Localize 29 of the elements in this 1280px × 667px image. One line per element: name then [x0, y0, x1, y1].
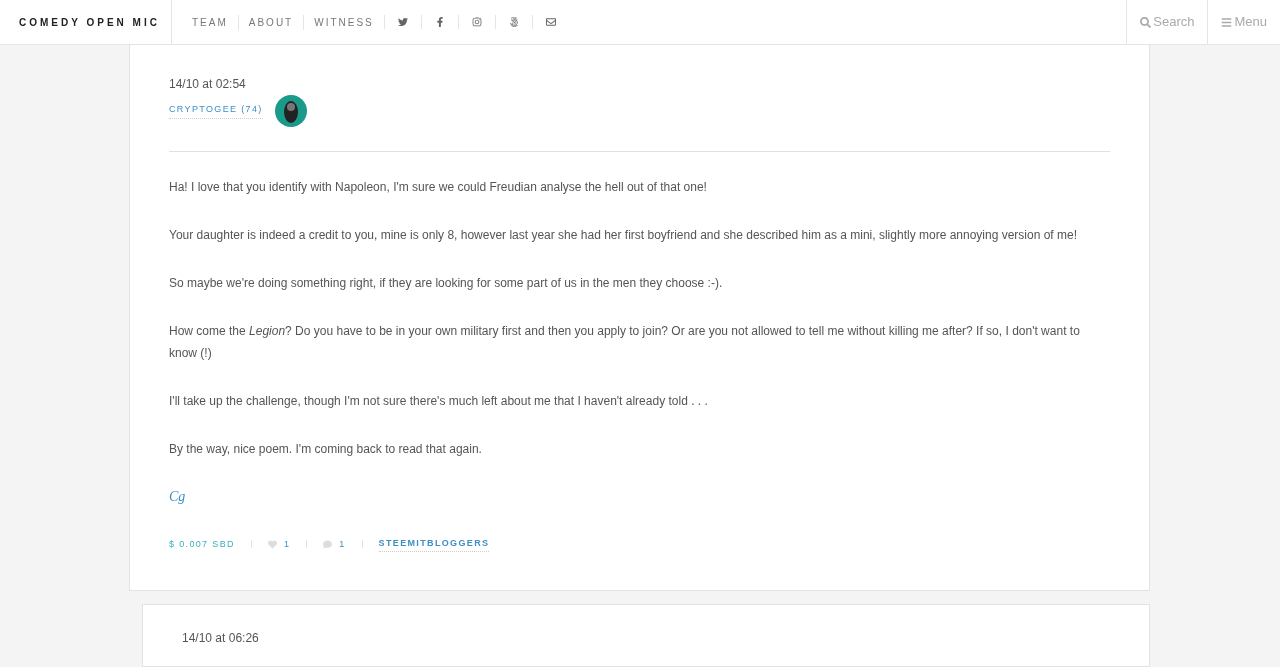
menu-icon — [1221, 16, 1233, 28]
instagram-icon[interactable] — [471, 17, 482, 27]
tag-link[interactable]: STEEMITBLOGGERS — [378, 537, 490, 552]
nav-link[interactable]: WITNESS — [303, 14, 384, 30]
comment-paragraph: Ha! I love that you identify with Napoleon, I'm sure we could Freudian analyse the hell out of that one! — [169, 179, 708, 196]
heart-icon — [267, 539, 277, 549]
site-logo[interactable]: COMEDY OPEN MIC — [0, 0, 172, 44]
reply-count: 1 — [339, 537, 346, 551]
payout-amount: $ 0.007 SBD — [169, 537, 236, 551]
author-link[interactable]: CRYPTOGEE (74) — [169, 102, 263, 120]
avatar — [274, 95, 307, 127]
signature: Cg — [169, 488, 186, 506]
nav-link[interactable]: ABOUT — [237, 14, 304, 30]
mail-icon[interactable] — [545, 17, 556, 27]
facebook-icon[interactable] — [434, 17, 445, 27]
search-icon — [1140, 16, 1152, 28]
comment-paragraph: By the way, nice poem. I'm coming back to read that again. — [169, 441, 483, 458]
vote-count: 1 — [283, 537, 291, 551]
comment-icon — [323, 539, 333, 549]
comment-paragraph: So maybe we're doing something right, if they are looking for some part of us in the men they choose :-). — [169, 275, 724, 292]
twitter-icon[interactable] — [397, 17, 408, 27]
comment-paragraph: How come the Legion? Do you have to be in your own military first and then you apply to join? Or are you not allowed to tell me without killing me after? If so, I don't want to know (!) — [169, 323, 1081, 362]
menu-button[interactable]: Menu — [1207, 0, 1280, 44]
comment-date: 14/10 at 06:26 — [182, 629, 260, 647]
comment-date: 14/10 at 02:54 — [169, 76, 247, 93]
nav-link[interactable]: TEAM — [182, 14, 238, 30]
search-button[interactable]: Search — [1126, 0, 1208, 44]
comment-paragraph: Your daughter is indeed a credit to you, mine is only 8, however last year she had her first boyfriend and she described him as a mini, slightly more annoying version of me! — [169, 227, 1079, 244]
comment-paragraph: I'll take up the challenge, though I'm not sure there's much left about me that I haven't already told . . . — [169, 393, 709, 410]
